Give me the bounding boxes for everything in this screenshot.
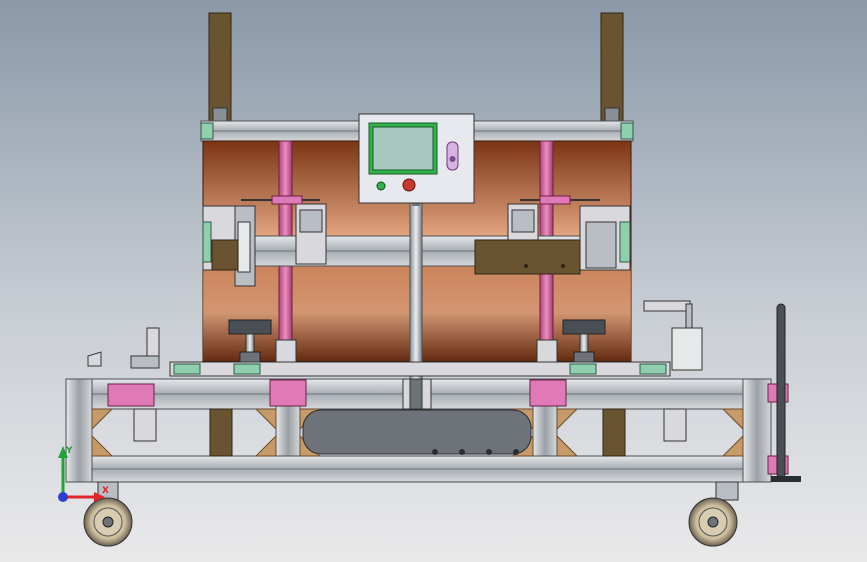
center-tank xyxy=(302,409,532,455)
red-button-icon xyxy=(402,178,416,192)
right-tall-post xyxy=(600,12,624,123)
center-push-rod xyxy=(409,200,423,384)
left-side-bracket xyxy=(87,327,160,369)
center-support xyxy=(402,378,432,410)
machine-model: Y X xyxy=(58,12,801,547)
right-side-handle xyxy=(643,300,703,371)
left-tall-post xyxy=(208,12,232,123)
x-axis-label: X xyxy=(102,486,109,496)
right-caster xyxy=(688,481,739,547)
base-plate-row xyxy=(169,361,671,377)
control-panel[interactable] xyxy=(358,113,475,204)
y-axis-label: Y xyxy=(65,446,73,456)
z-axis-dot xyxy=(58,492,68,502)
green-button-icon xyxy=(376,181,386,191)
cad-viewport[interactable]: Y X xyxy=(0,0,867,562)
